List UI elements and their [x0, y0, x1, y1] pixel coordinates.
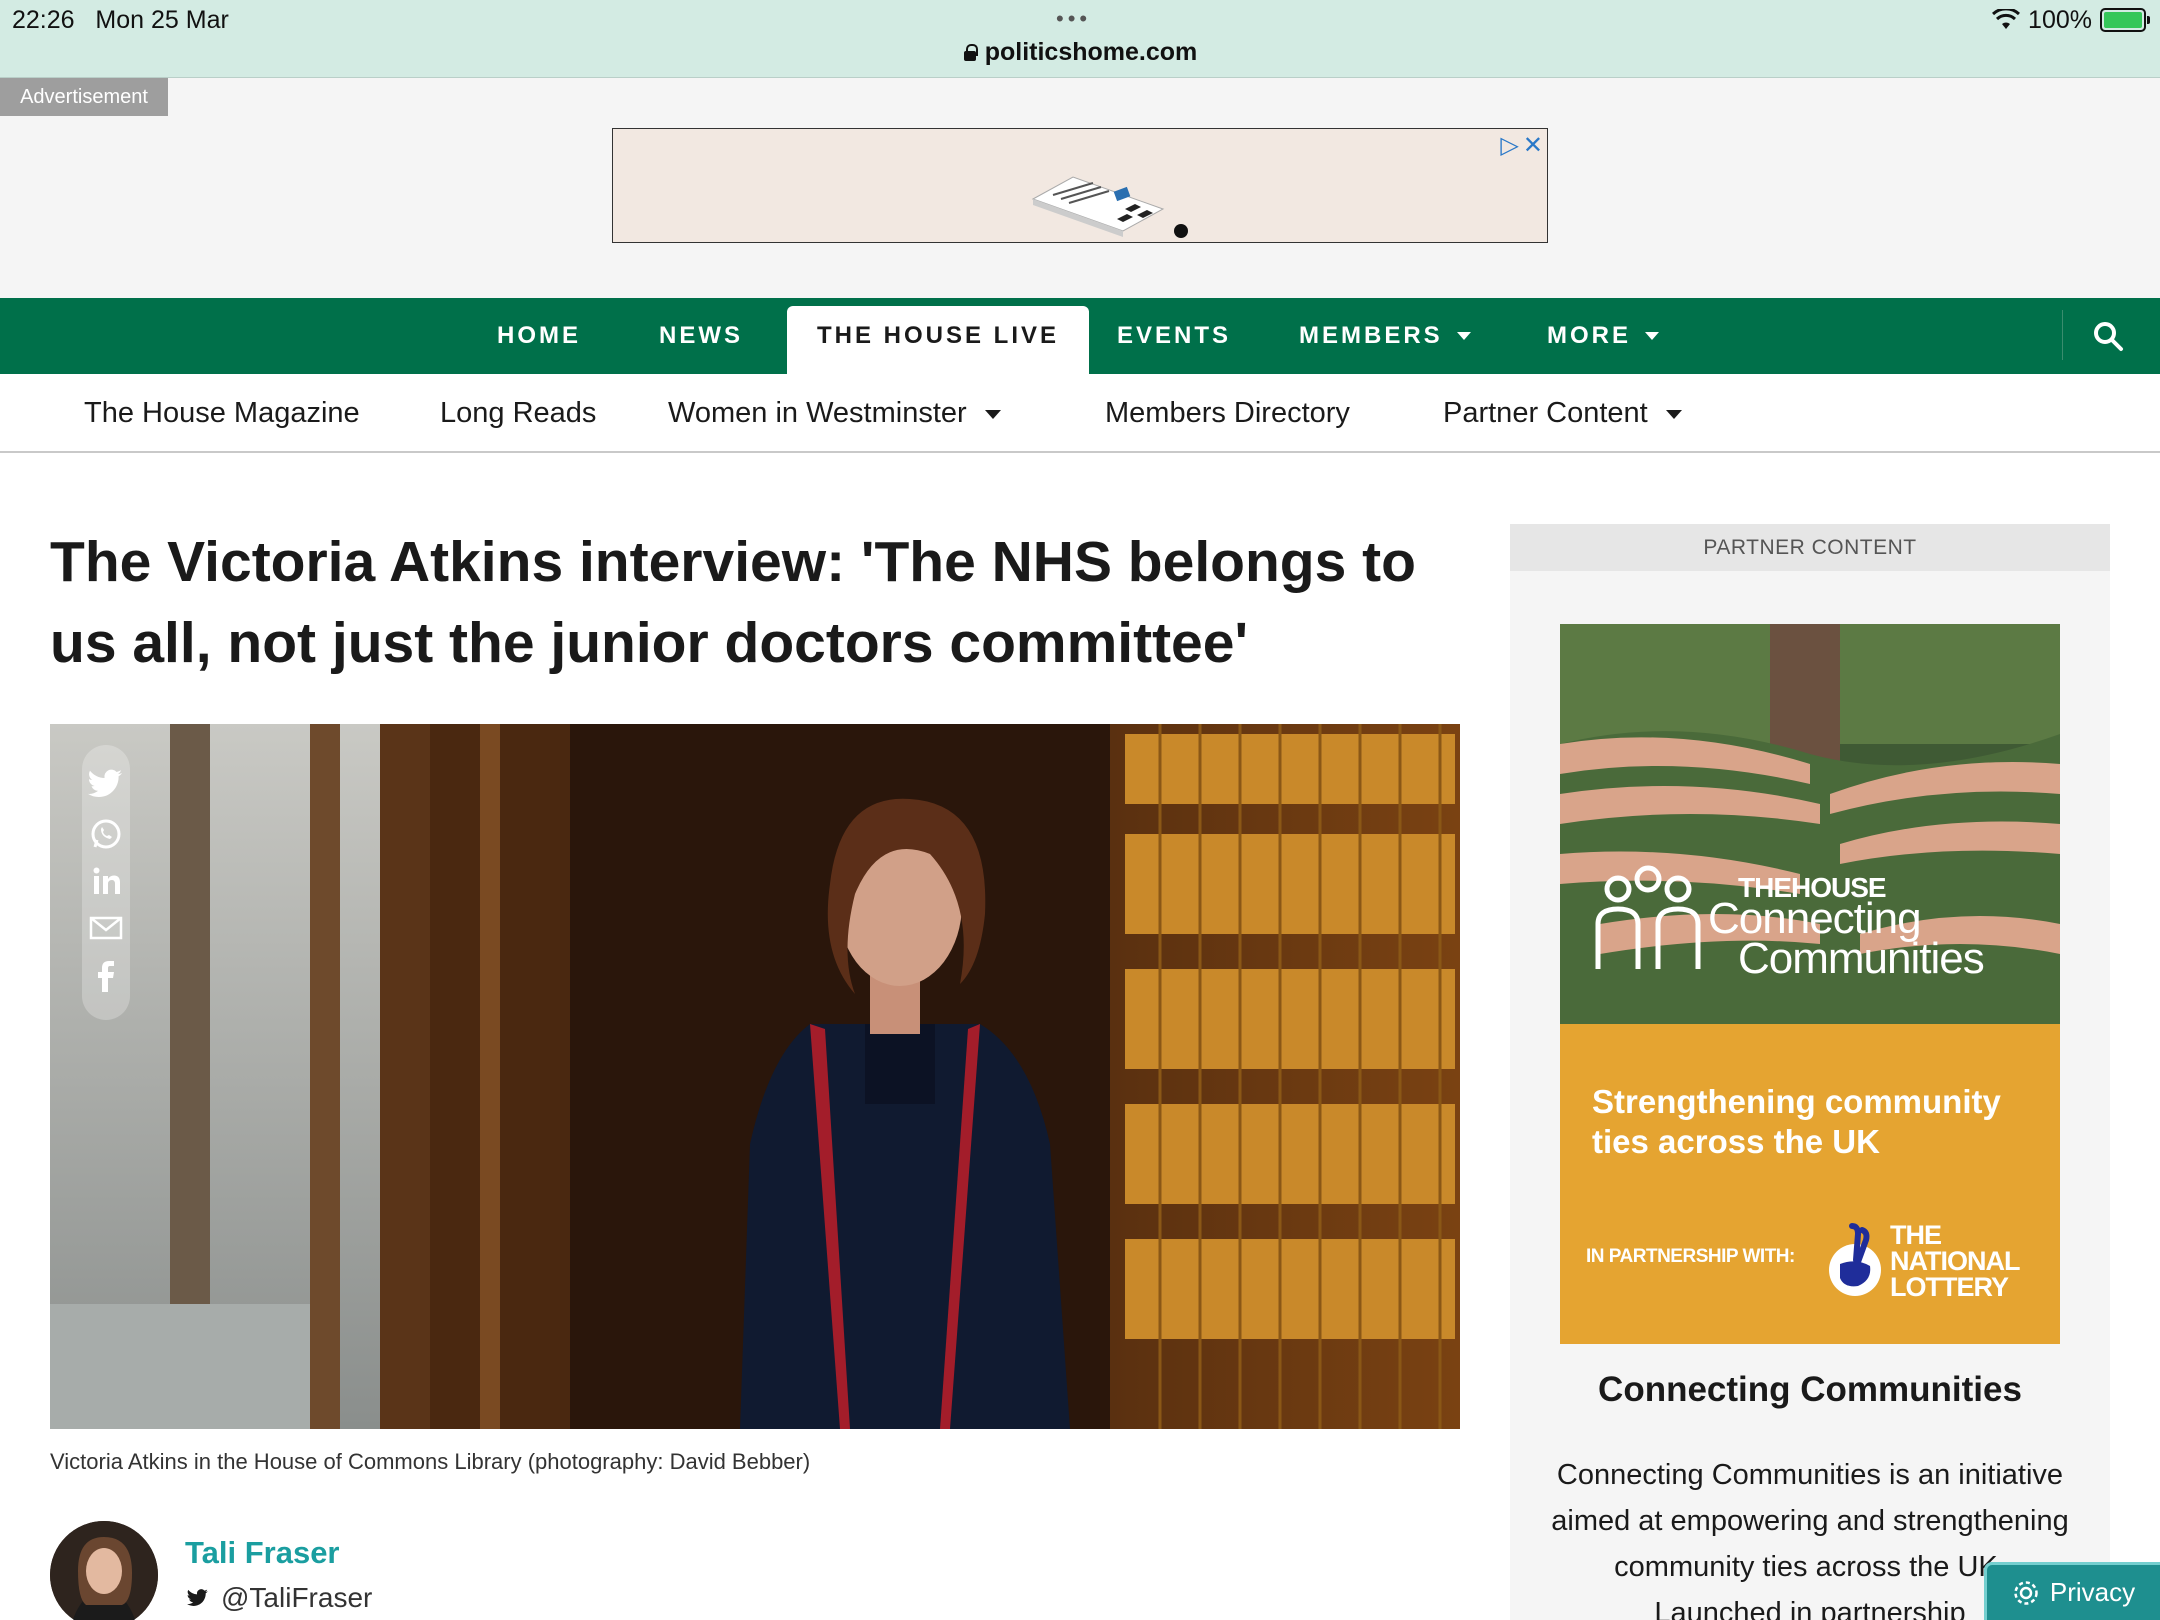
twitter-icon[interactable] [86, 766, 126, 802]
wifi-icon [1992, 9, 2021, 29]
email-icon[interactable] [86, 910, 126, 946]
ad-label: Advertisement [0, 78, 168, 116]
facebook-icon[interactable] [86, 958, 126, 994]
adchoices-icon[interactable]: ▷ [1500, 131, 1518, 160]
close-icon[interactable]: ✕ [1523, 131, 1543, 160]
subnav-members-directory[interactable]: Members Directory [1105, 374, 1350, 452]
search-icon[interactable] [2092, 320, 2124, 352]
promo-brand-line2: Communities [1738, 934, 1985, 983]
nav-members[interactable]: MEMBERS [1299, 298, 1471, 374]
chevron-down-icon [1665, 410, 1682, 419]
privacy-label: Privacy [2049, 1577, 2136, 1607]
ad-controls: ▷ ✕ [1500, 131, 1543, 160]
battery-icon [2100, 8, 2150, 32]
subnav-long-reads[interactable]: Long Reads [440, 374, 596, 452]
status-indicators: 100% [1992, 5, 2150, 35]
promo-tagline: Strengthening community ties across the … [1592, 1083, 2001, 1160]
sidebar-label: PARTNER CONTENT [1510, 524, 2110, 571]
subnav-partner-content[interactable]: Partner Content [1443, 374, 1682, 452]
nav-divider [2062, 310, 2063, 360]
sidebar-title[interactable]: Connecting Communities [1510, 1370, 2110, 1410]
ad-area: Advertisement ▷ ✕ [0, 78, 2160, 298]
article-headline: The Victoria Atkins interview: 'The NHS … [50, 530, 1416, 675]
twitter-icon [187, 1589, 208, 1606]
lottery-fingers-icon [1829, 1223, 1881, 1296]
tab-menu-dots-icon[interactable]: ••• [1056, 6, 1091, 32]
subnav-women-in-westminster[interactable]: Women in Westminster [668, 374, 1001, 452]
author-photo [50, 1521, 158, 1620]
linkedin-icon[interactable] [86, 864, 126, 900]
promo-banner[interactable]: THEHOUSE Connecting Communities Strength… [1560, 624, 2060, 1344]
image-caption: Victoria Atkins in the House of Commons … [50, 1449, 811, 1474]
chevron-down-icon [984, 410, 1001, 419]
privacy-button[interactable]: Privacy [1984, 1562, 2160, 1620]
ad-graphic [1031, 176, 1188, 238]
browser-status-bar: 22:26 Mon 25 Mar ••• politicshome.com 10… [0, 0, 2160, 78]
nav-events[interactable]: EVENTS [1117, 298, 1231, 374]
ad-banner[interactable]: ▷ ✕ [612, 128, 1548, 243]
nav-the-house-live[interactable]: THE HOUSE LIVE [787, 306, 1090, 374]
main-nav: HOME NEWS THE HOUSE LIVE EVENTS MEMBERS … [0, 298, 2160, 374]
whatsapp-icon[interactable] [86, 816, 126, 852]
battery-percent: 100% [2028, 5, 2092, 34]
author-avatar[interactable] [50, 1521, 158, 1620]
address-bar[interactable]: politicshome.com [0, 38, 2160, 67]
promo-partner-label: IN PARTNERSHIP WITH: [1586, 1246, 1795, 1267]
status-time: 22:26 Mon 25 Mar [12, 6, 229, 34]
nav-more[interactable]: MORE [1547, 298, 1659, 374]
promo-orange-panel: Strengthening community ties across the … [1560, 1024, 2060, 1344]
author-twitter[interactable]: @TaliFraser [185, 1582, 372, 1614]
sub-nav: The House Magazine Long Reads Women in W… [0, 374, 2160, 453]
author-name[interactable]: Tali Fraser [185, 1535, 340, 1571]
chevron-down-icon [1645, 332, 1659, 340]
lock-icon [963, 43, 978, 61]
subnav-house-magazine[interactable]: The House Magazine [84, 374, 360, 452]
nav-home[interactable]: HOME [497, 298, 581, 374]
gear-icon [2014, 1580, 2038, 1605]
chevron-down-icon [1456, 332, 1471, 340]
hero-photo [50, 724, 1460, 1429]
article-hero-image [50, 724, 1460, 1429]
sidebar: PARTNER CONTENT THEHOUSE Connecting Comm… [1510, 524, 2110, 1620]
nav-members-label: MEMBERS [1299, 322, 1443, 349]
promo-lottery-text: THE NATIONAL LOTTERY [1890, 1220, 2020, 1302]
subnav-partner-label: Partner Content [1443, 397, 1648, 429]
nav-news[interactable]: NEWS [659, 298, 743, 374]
nav-more-label: MORE [1547, 322, 1631, 349]
author-handle-text: @TaliFraser [221, 1582, 373, 1613]
subnav-women-label: Women in Westminster [668, 397, 967, 429]
address-url: politicshome.com [984, 38, 1198, 66]
